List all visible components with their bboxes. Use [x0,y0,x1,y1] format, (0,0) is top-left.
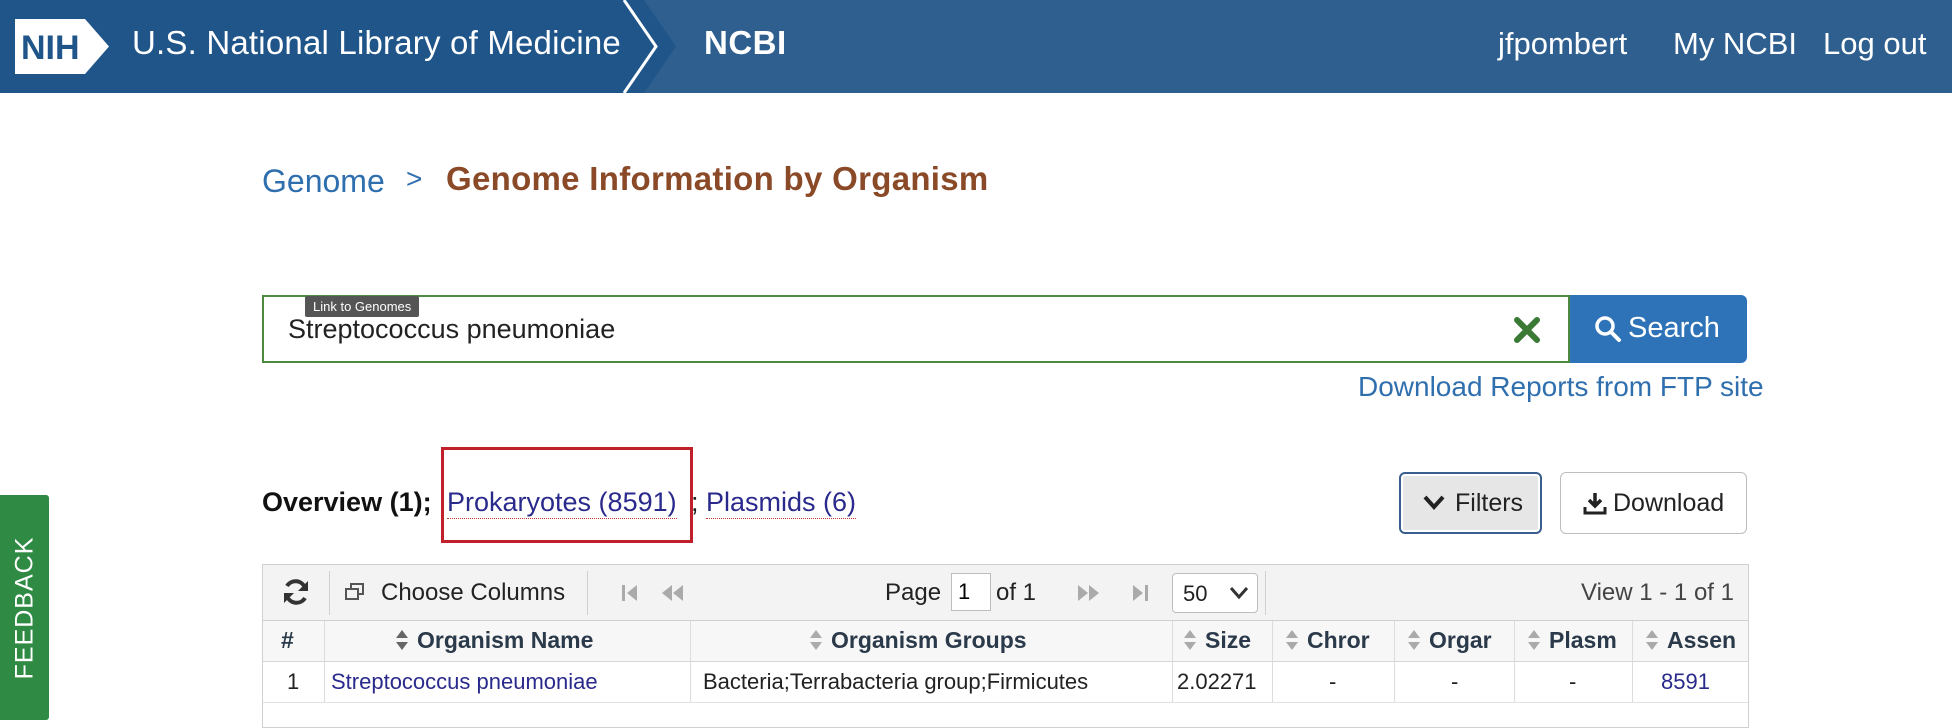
last-page-icon[interactable] [1129,582,1151,604]
nlm-banner[interactable]: NIH U.S. National Library of Medicine [0,0,621,93]
previous-page-icon[interactable] [659,582,685,604]
toolbar-divider [587,571,588,615]
sort-icon [1528,630,1540,650]
page-total-label: of 1 [996,579,1037,606]
column-header-plasmids[interactable]: Plasm [1515,621,1633,661]
column-header-label: # [281,627,294,653]
rows-per-page-value: 50 [1183,581,1208,606]
size-cell: 2.02271 [1173,662,1273,702]
column-header-label: Orgar [1429,627,1492,653]
table-row: 1 Streptococcus pneumoniae Bacteria;Terr… [263,662,1748,703]
sort-icon [1286,630,1298,650]
chromosomes-cell: - [1273,662,1395,702]
organelles-cell: - [1395,662,1515,702]
refresh-icon[interactable] [281,577,311,607]
grid-toolbar: Choose Columns Page of 1 50 View 1 - 1 o… [263,565,1748,621]
link-to-genomes-tooltip: Link to Genomes [305,296,420,317]
choose-columns-button[interactable]: Choose Columns [381,579,565,607]
column-header-assemblies[interactable]: Assen [1633,621,1748,661]
toolbar-divider [329,571,330,615]
filters-button-label: Filters [1455,489,1524,517]
column-header-organism-groups[interactable]: Organism Groups [691,621,1173,661]
ftp-reports-link[interactable]: Download Reports from FTP site [1358,371,1764,403]
sort-icon [810,630,822,650]
plasmids-cell: - [1515,662,1633,702]
feedback-label: FEEDBACK [10,536,38,679]
breadcrumb-genome-link[interactable]: Genome [262,163,385,200]
svg-text:NIH: NIH [21,29,80,67]
banner-chevron-divider [620,0,676,93]
breadcrumb-separator: > [406,163,423,194]
plasmids-tab[interactable]: Plasmids (6) [706,487,857,519]
sort-icon [1646,630,1658,650]
search-button-label: Search [1628,312,1720,344]
column-header-label: Size [1205,627,1252,653]
organism-name-cell: Streptococcus pneumoniae [325,662,691,702]
column-header-label: Chror [1307,627,1370,653]
rows-per-page-select[interactable]: 50 [1172,573,1258,613]
page-number-input[interactable] [951,573,991,611]
row-number: 1 [263,662,325,702]
view-range-label: View 1 - 1 of 1 [1581,579,1734,606]
organism-name-link[interactable]: Streptococcus pneumoniae [331,669,598,694]
chevron-down-icon [1229,587,1249,600]
column-header-label: Assen [1667,627,1737,653]
toolbar-divider [1265,571,1266,615]
column-header-label: Organism Name [417,627,594,653]
column-header-chromosomes[interactable]: Chror [1273,621,1395,661]
column-header-organelles[interactable]: Orgar [1395,621,1515,661]
sort-icon [1184,630,1196,650]
ncbi-header: NIH U.S. National Library of Medicine NC… [0,0,1952,93]
logout-link[interactable]: Log out [1823,26,1926,62]
download-button[interactable]: Download [1560,472,1747,534]
feedback-tab[interactable]: FEEDBACK [0,495,49,720]
download-button-label: Download [1613,489,1725,517]
assemblies-cell: 8591 [1633,662,1748,702]
nih-logo-icon[interactable]: NIH [13,17,113,76]
search-field[interactable] [262,295,1570,363]
column-header-num[interactable]: # [263,621,325,661]
search-icon [1595,316,1621,342]
search-button[interactable]: Search [1570,295,1747,363]
filters-button[interactable]: Filters [1399,472,1542,534]
column-header-size[interactable]: Size [1173,621,1273,661]
page-title: Genome Information by Organism [446,160,989,197]
clear-search-icon[interactable] [1512,315,1542,345]
ncbi-home-link[interactable]: NCBI [704,24,787,62]
column-header-label: Organism Groups [831,627,1027,653]
nlm-link[interactable]: U.S. National Library of Medicine [132,24,621,62]
column-header-organism-name[interactable]: Organism Name [325,621,691,661]
download-icon [1583,493,1607,515]
column-header-label: Plasm [1549,627,1617,653]
page-label: Page [885,579,942,606]
first-page-icon[interactable] [619,582,641,604]
highlight-annotation-box [441,447,693,543]
table-header-row: # Organism Name Organism Groups Size Chr… [263,621,1748,662]
next-page-icon[interactable] [1075,582,1101,604]
sort-icon [1408,630,1420,650]
results-grid: Choose Columns Page of 1 50 View 1 - 1 o… [262,564,1749,728]
assemblies-link[interactable]: 8591 [1661,669,1710,694]
username-link[interactable]: jfpombert [1498,26,1627,62]
search-input[interactable] [288,311,1468,347]
overview-tab[interactable]: Overview (1); [262,487,432,518]
choose-columns-icon[interactable] [345,583,365,601]
sort-icon [396,630,408,650]
chevron-down-icon [1423,495,1445,510]
organism-groups-cell: Bacteria;Terrabacteria group;Firmicutes [691,662,1173,702]
my-ncbi-link[interactable]: My NCBI [1673,26,1797,62]
